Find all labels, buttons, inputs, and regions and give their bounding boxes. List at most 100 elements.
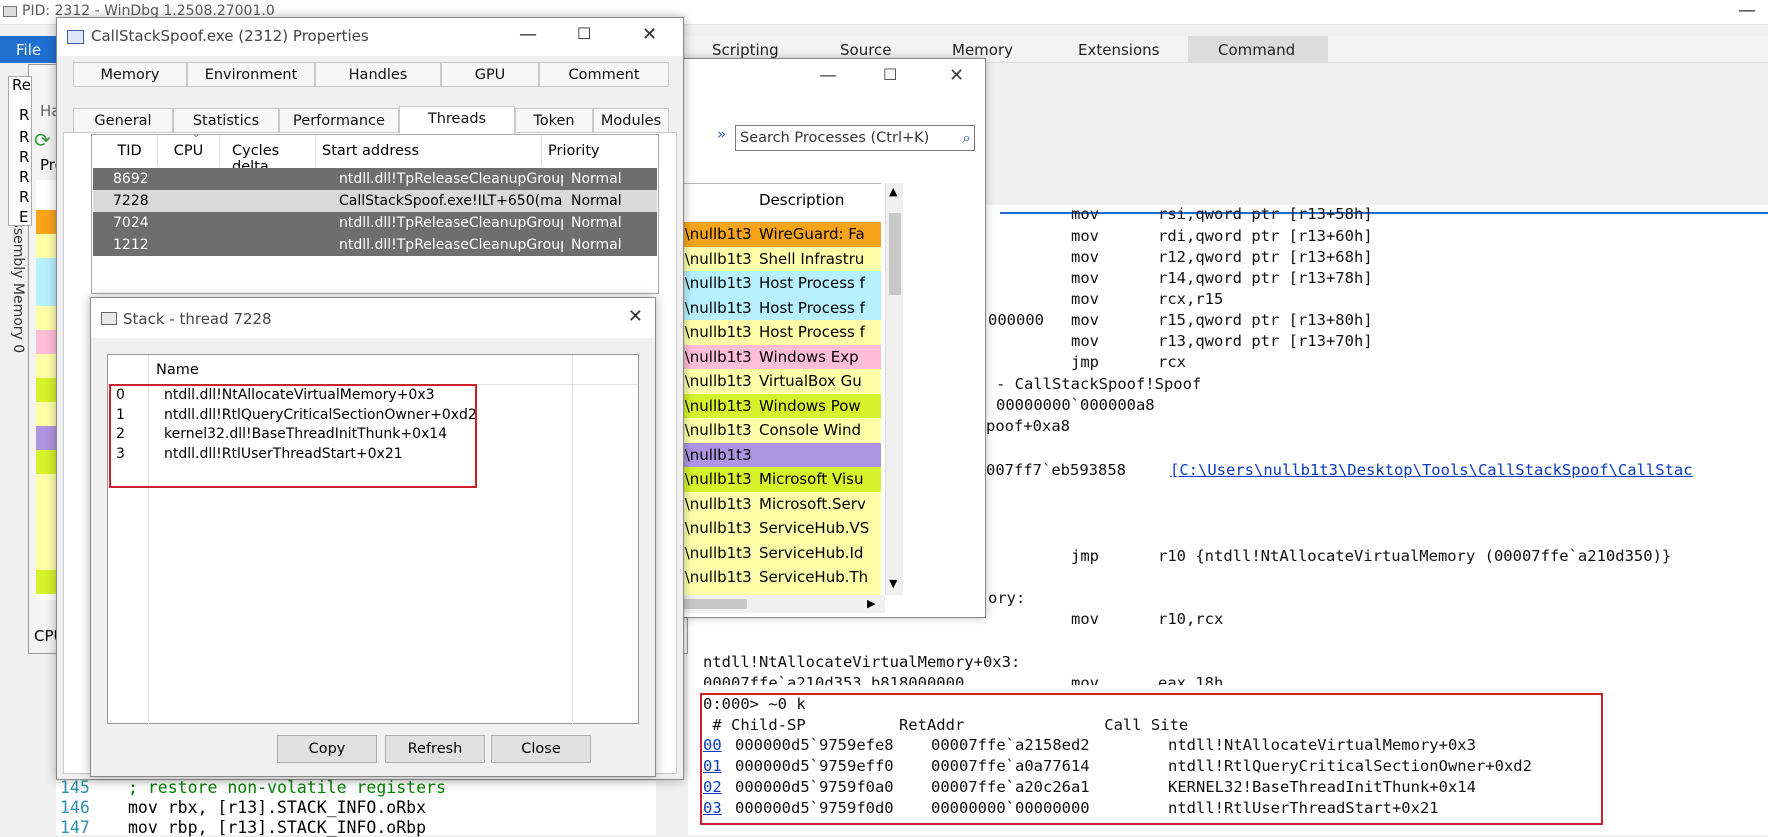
menu-extensions[interactable]: Extensions	[1078, 41, 1159, 59]
scroll-thumb[interactable]	[889, 213, 901, 295]
thread-tid: 7228	[113, 193, 149, 209]
column-description[interactable]: Description	[759, 184, 881, 214]
refresh-button[interactable]: Refresh	[385, 735, 485, 763]
close-button[interactable]: ✕	[949, 65, 964, 86]
tab-general[interactable]: General	[73, 108, 173, 133]
disasm-operands: rsi,qword ptr [r13+58h]	[1158, 205, 1373, 223]
line-number: 146	[60, 798, 90, 817]
tab-handles[interactable]: Handles	[315, 62, 441, 87]
menu-source[interactable]: Source	[840, 41, 892, 59]
thread-start-address: ntdll.dll!TpReleaseCleanupGroup...	[339, 237, 563, 253]
sort-chevron-down-icon: ⌄	[192, 129, 201, 140]
process-description: Host Process f	[759, 323, 865, 341]
menu-scripting[interactable]: Scripting	[712, 41, 779, 59]
tab-modules[interactable]: Modules	[593, 108, 669, 133]
menu-memory[interactable]: Memory	[952, 41, 1013, 59]
maximize-button[interactable]: ☐	[883, 65, 897, 84]
stack-titlebar: Stack - thread 7228 ✕	[91, 298, 655, 338]
tab-gpu[interactable]: GPU	[441, 62, 539, 87]
code-comment: ; restore non-volatile registers	[128, 778, 446, 797]
menu-file[interactable]: File	[0, 36, 62, 63]
column-priority[interactable]: Priority	[542, 135, 658, 165]
window-icon	[101, 312, 117, 325]
maximize-button[interactable]: ☐	[577, 24, 591, 43]
process-description: Host Process f	[759, 274, 865, 292]
column-cpu[interactable]: CPU	[158, 135, 220, 165]
chevron-up-icon[interactable]: ▲	[889, 185, 897, 198]
line-number: 145	[60, 778, 90, 797]
column-name[interactable]: Name	[156, 362, 199, 378]
disasm-mnemonic: mov	[1071, 248, 1099, 266]
disasm-operands: rdi,qword ptr [r13+60h]	[1158, 227, 1373, 245]
thread-tid: 1212	[113, 237, 149, 253]
disasm-mnemonic: mov	[1071, 227, 1099, 245]
menu-command[interactable]: Command	[1218, 41, 1295, 59]
close-button[interactable]: ✕	[628, 306, 643, 327]
process-description: Microsoft.Serv	[759, 494, 866, 513]
source-file-link[interactable]: [C:\Users\nullb1t3\Desktop\Tools\CallSta…	[1170, 461, 1693, 479]
thread-row[interactable]: 1212 ntdll.dll!TpReleaseCleanupGroup... No…	[93, 234, 657, 256]
thread-row[interactable]: 7228 CallStackSpoof.exe!ILT+650(ma... Norm…	[93, 190, 657, 212]
windbg-minimize-button[interactable]: —	[1738, 0, 1756, 21]
disasm-address-tail: 000000	[988, 311, 1044, 329]
thread-priority: Normal	[571, 215, 622, 231]
thread-priority: Normal	[571, 237, 622, 253]
tab-threads[interactable]: Threads	[399, 106, 515, 134]
toolbar-chevron-icon[interactable]: »	[717, 125, 726, 143]
thread-start-address: ntdll.dll!TpReleaseCleanupGroup...	[339, 215, 563, 231]
thread-tid: 7024	[113, 215, 149, 231]
column-start-address[interactable]: Start address	[316, 135, 542, 165]
ph-left-letter: R	[19, 188, 30, 206]
disasm-address: 00000000`000000a8	[996, 396, 1155, 414]
disasm-operands: rcx,r15	[1158, 290, 1224, 308]
column-cycles-delta[interactable]: Cycles delta	[220, 135, 316, 175]
ph-left-letter: Re	[12, 76, 31, 94]
disasm-operands: r15,qword ptr [r13+80h]	[1158, 311, 1373, 329]
close-dialog-button[interactable]: Close	[491, 735, 591, 763]
column-tid[interactable]: TID	[92, 135, 158, 165]
chevron-right-icon[interactable]: ▶	[867, 597, 875, 610]
search-processes-input[interactable]: Search Processes (Ctrl+K) ⌕	[735, 125, 975, 151]
refresh-icon[interactable]: ⟳	[34, 128, 51, 152]
process-description: Windows Pow	[759, 396, 861, 415]
thread-priority: Normal	[571, 193, 622, 209]
stack-title: Stack - thread 7228	[123, 310, 272, 328]
tab-statistics[interactable]: Statistics	[173, 108, 279, 133]
process-description: ServiceHub.Th	[759, 568, 869, 586]
process-description: Shell Infrastru	[759, 249, 865, 268]
process-list-vscroll[interactable]: ▲ ▼	[885, 183, 903, 595]
disasm-mnemonic: mov	[1071, 610, 1099, 628]
callstack-highlight-box	[700, 693, 1603, 825]
tab-token[interactable]: Token	[515, 108, 593, 133]
ph-left-letter: R	[19, 128, 30, 146]
properties-title: CallStackSpoof.exe (2312) Properties	[91, 27, 369, 45]
thread-row[interactable]: 7024 ntdll.dll!TpReleaseCleanupGroup... No…	[93, 212, 657, 234]
disasm-current-line-separator	[1000, 212, 1768, 214]
thread-tid: 8692	[113, 171, 149, 187]
search-icon[interactable]: ⌕	[962, 128, 971, 148]
chevron-down-icon[interactable]: ▼	[889, 577, 897, 590]
tab-comment[interactable]: Comment	[539, 62, 669, 87]
disasm-operands: r10,rcx	[1158, 610, 1224, 628]
tab-performance[interactable]: Performance	[279, 108, 399, 133]
minimize-button[interactable]: —	[519, 24, 537, 45]
threads-table[interactable]: TID CPU ⌄ Cycles delta Start address Pri…	[91, 129, 659, 294]
properties-titlebar: CallStackSpoof.exe (2312) Properties — ☐…	[57, 18, 683, 56]
line-number: 147	[60, 818, 90, 837]
minimize-button[interactable]: —	[819, 65, 837, 86]
tab-memory[interactable]: Memory	[73, 62, 187, 87]
code-line: mov rbp, [r13].STACK_INFO.oRbp	[128, 818, 427, 837]
process-description: ServiceHub.Id	[759, 543, 864, 562]
thread-priority: Normal	[571, 171, 622, 187]
thread-row[interactable]: 8692 ntdll.dll!TpReleaseCleanupGroup... No…	[93, 168, 657, 190]
close-button[interactable]: ✕	[642, 24, 657, 45]
disasm-operands: r12,qword ptr [r13+68h]	[1158, 248, 1373, 266]
process-description: Microsoft Visu	[759, 470, 864, 488]
window-icon	[67, 30, 84, 44]
ph-left-letter: R	[19, 148, 30, 166]
process-description: Windows Exp	[759, 347, 859, 366]
tab-environment[interactable]: Environment	[187, 62, 315, 87]
copy-button[interactable]: Copy	[277, 735, 377, 763]
ph-left-letter: R	[19, 106, 30, 124]
disasm-mnemonic: mov	[1071, 269, 1099, 287]
